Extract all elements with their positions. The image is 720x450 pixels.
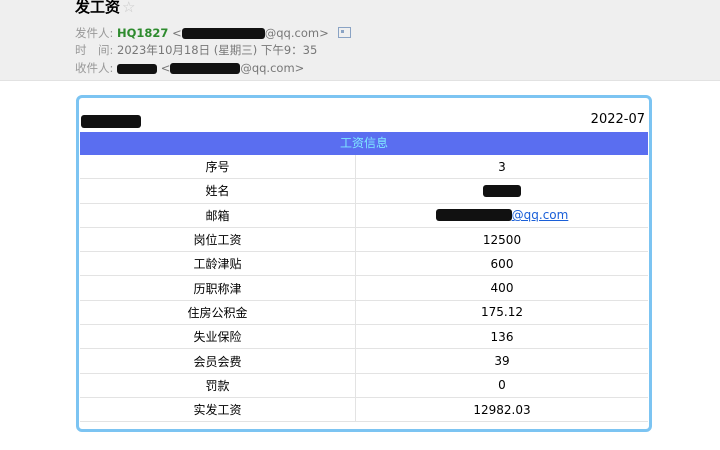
redacted-email-value <box>435 209 512 222</box>
row-value: 600 <box>355 251 648 277</box>
to-line: 收件人: < @qq.com> <box>75 60 304 76</box>
email-subject: 发工资 ☆ <box>75 0 135 17</box>
row-label: 住房公积金 <box>80 300 356 326</box>
from-line: 发件人: HQ1827 < @qq.com> <box>75 25 352 41</box>
table-row: 罚款 0 <box>80 373 648 398</box>
table-row: 住房公积金 175.12 <box>80 300 648 326</box>
row-value: 12500 <box>355 227 648 253</box>
row-label: 岗位工资 <box>80 227 356 253</box>
row-value: 39 <box>355 348 648 374</box>
row-value <box>355 178 648 204</box>
redacted-sender-email <box>181 28 265 39</box>
redacted-recipient-name <box>117 64 158 74</box>
payslip-top-row: 2022-07 <box>79 98 649 132</box>
table-row: 邮箱 @qq.com <box>80 203 648 228</box>
table-row: 序号 3 <box>80 155 648 180</box>
row-label: 姓名 <box>80 178 356 204</box>
time-line: 时 间: 2023年10月18日 (星期三) 下午9：35 <box>75 42 317 58</box>
row-value: 175.12 <box>355 300 648 326</box>
row-value: 12982.03 <box>355 397 648 423</box>
row-label: 罚款 <box>80 373 356 398</box>
payslip-title-bar: 工资信息 <box>80 132 648 155</box>
row-value: 3 <box>355 155 648 180</box>
email-link[interactable]: @qq.com <box>512 208 569 222</box>
row-label: 序号 <box>80 155 356 180</box>
row-value: 400 <box>355 275 648 301</box>
table-row: 实发工资 12982.03 <box>80 397 648 423</box>
row-value: 136 <box>355 324 648 350</box>
from-suffix: @qq.com> <box>264 26 329 40</box>
payslip-period: 2022-07 <box>590 112 645 127</box>
table-row: 失业保险 136 <box>80 324 648 350</box>
to-prefix: < <box>160 61 171 75</box>
row-value: 0 <box>355 373 648 398</box>
subject-text: 发工资 <box>75 0 121 16</box>
row-label: 工龄津贴 <box>80 251 356 277</box>
row-label: 会员会费 <box>80 348 356 374</box>
row-label: 邮箱 <box>80 203 356 228</box>
row-label: 实发工资 <box>80 397 356 423</box>
to-suffix: @qq.com> <box>240 61 305 75</box>
payslip-table: 序号 3 姓名 邮箱 @qq.com 岗位工资 12500 工龄津贴 600 历职称津 400 住房公… <box>80 155 648 423</box>
contact-card-icon[interactable] <box>338 27 352 38</box>
row-label: 失业保险 <box>80 324 356 350</box>
table-row: 工龄津贴 600 <box>80 251 648 277</box>
sender-name[interactable]: HQ1827 <box>117 26 168 40</box>
star-icon[interactable]: ☆ <box>122 0 135 16</box>
from-prefix: < <box>172 26 182 40</box>
table-row: 岗位工资 12500 <box>80 227 648 253</box>
table-row: 姓名 <box>80 178 648 204</box>
row-value: @qq.com <box>355 203 648 228</box>
table-row: 会员会费 39 <box>80 348 648 374</box>
redacted-company-name <box>81 115 141 128</box>
redacted-recipient-email <box>170 63 241 74</box>
email-header: 发工资 ☆ 发件人: HQ1827 < @qq.com> 时 间: 2023年10月… <box>0 0 720 81</box>
time-value: 2023年10月18日 (星期三) 下午9：35 <box>117 43 318 57</box>
redacted-name-value <box>483 184 521 197</box>
time-label: 时 间: <box>75 43 114 57</box>
table-row: 历职称津 400 <box>80 275 648 301</box>
to-label: 收件人: <box>75 61 114 75</box>
row-label: 历职称津 <box>80 275 356 301</box>
payslip-card: 2022-07 工资信息 序号 3 姓名 邮箱 @qq.com 岗位工资 12500 工龄津贴… <box>76 95 652 432</box>
from-label: 发件人: <box>75 26 114 40</box>
